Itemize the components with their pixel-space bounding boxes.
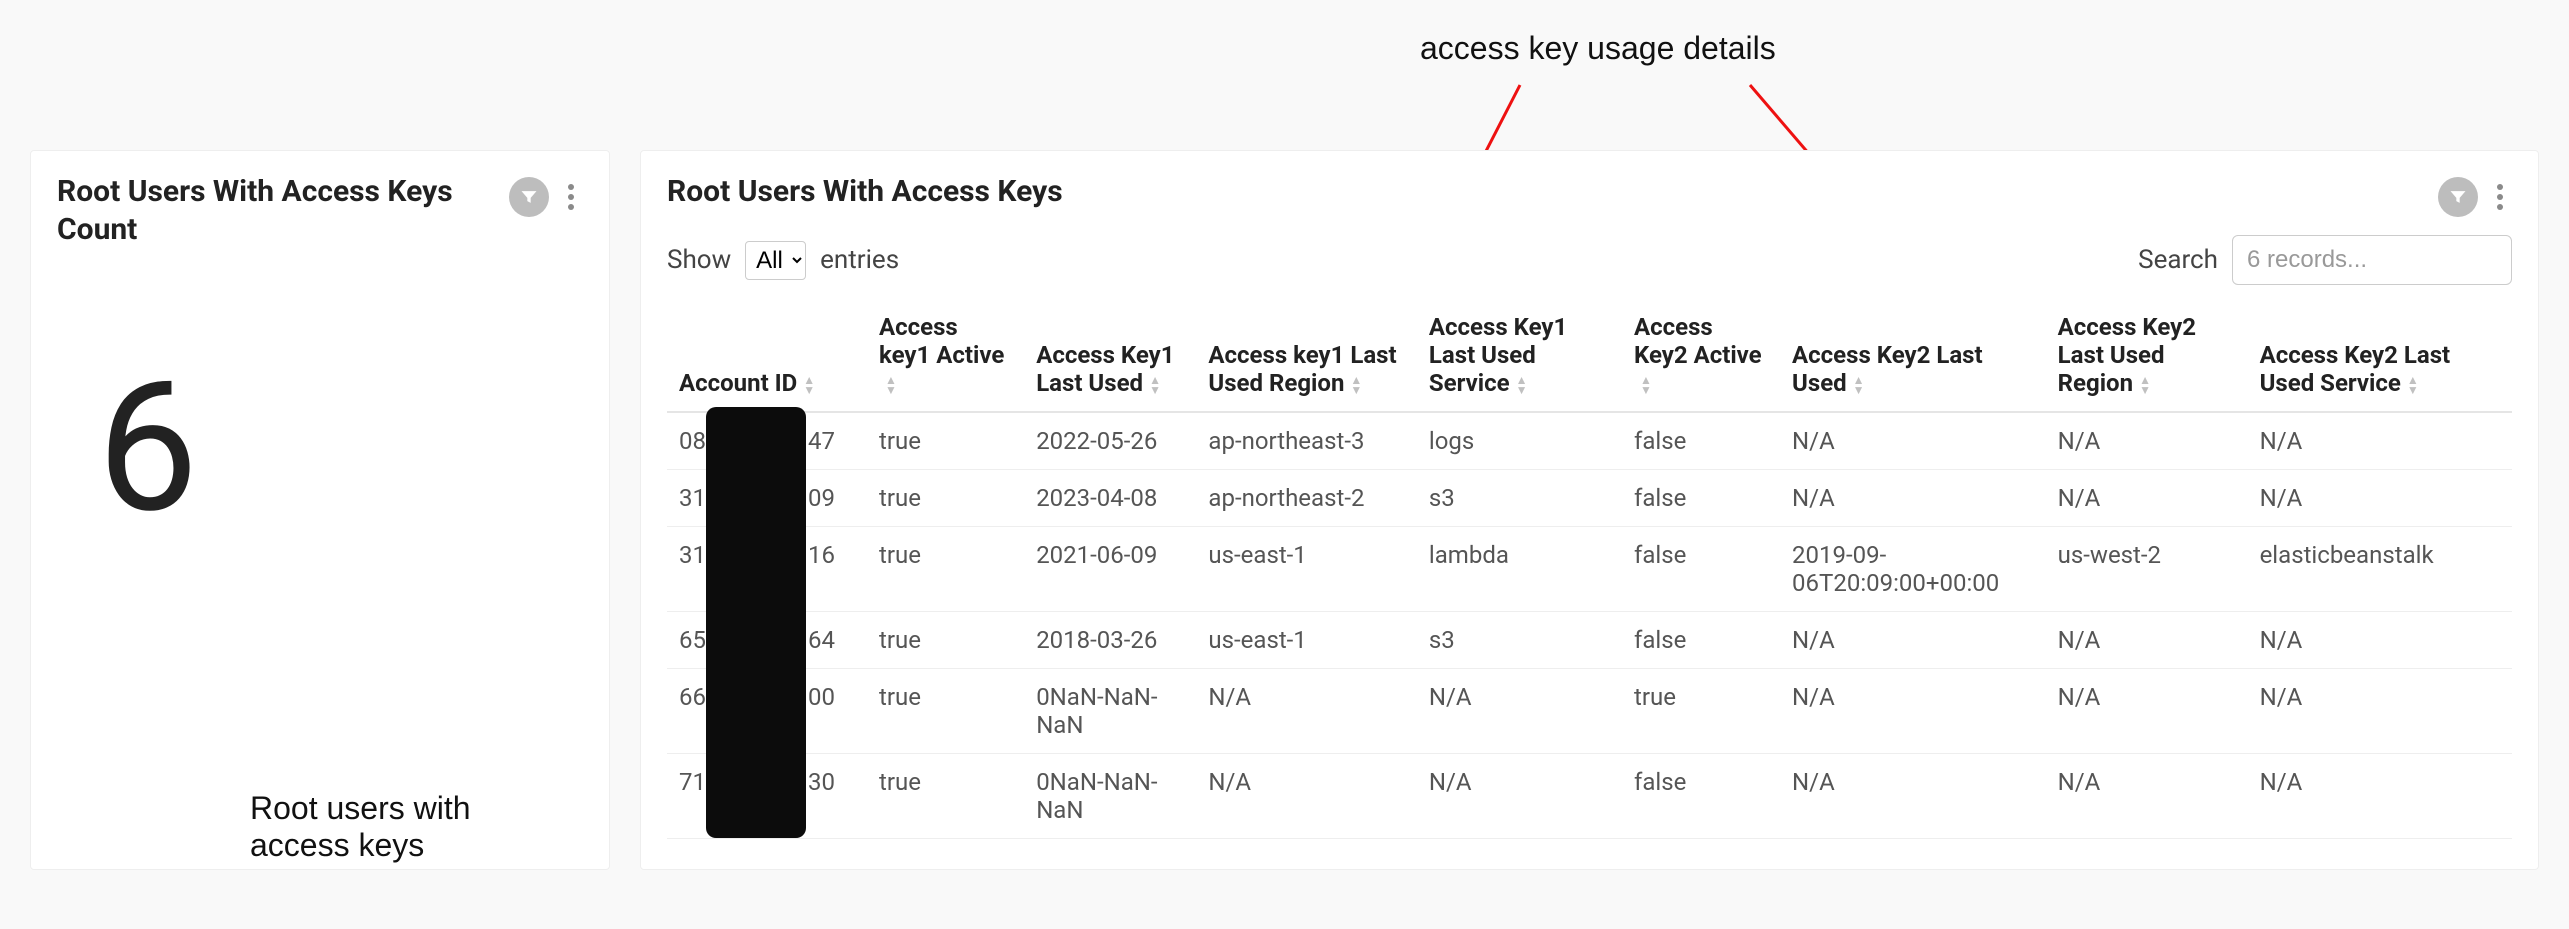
more-icon[interactable]: [2488, 177, 2512, 217]
cell-k2-active: false: [1622, 527, 1780, 612]
cell-k2-active: true: [1622, 669, 1780, 754]
cell-k1-region: ap-northeast-3: [1196, 412, 1417, 470]
cell-k2-service: N/A: [2248, 754, 2512, 839]
cell-k1-last-used: 2021-06-09: [1024, 527, 1196, 612]
search-label: Search: [2138, 245, 2218, 275]
cell-k2-active: false: [1622, 612, 1780, 669]
table-row: 3116true2021-06-09us-east-1lambdafalse20…: [667, 527, 2512, 612]
cell-k1-service: N/A: [1417, 754, 1622, 839]
panel-table: Root Users With Access Keys Show All ent…: [640, 150, 2539, 870]
cell-k1-last-used: 0NaN-NaN-NaN: [1024, 669, 1196, 754]
cell-k1-last-used: 2023-04-08: [1024, 470, 1196, 527]
panel-count: Root Users With Access Keys Count 6: [30, 150, 610, 870]
table-row: 0847true2022-05-26ap-northeast-3logsfals…: [667, 412, 2512, 470]
cell-k2-region: N/A: [2046, 754, 2248, 839]
filter-icon[interactable]: [509, 177, 549, 217]
cell-k1-region: us-east-1: [1196, 612, 1417, 669]
table-row: 3109true2023-04-08ap-northeast-2s3falseN…: [667, 470, 2512, 527]
cell-k1-active: true: [867, 669, 1024, 754]
cell-k2-service: N/A: [2248, 612, 2512, 669]
filter-icon[interactable]: [2438, 177, 2478, 217]
th-k1-active[interactable]: Access key1 Active▲▼: [867, 299, 1024, 412]
cell-k2-last-used: N/A: [1780, 470, 2046, 527]
cell-k2-region: N/A: [2046, 470, 2248, 527]
table-row: 6600true0NaN-NaN-NaNN/AN/AtrueN/AN/AN/A: [667, 669, 2512, 754]
cell-k2-last-used: N/A: [1780, 669, 2046, 754]
count-value: 6: [97, 358, 583, 538]
cell-k2-region: N/A: [2046, 669, 2248, 754]
th-k2-service[interactable]: Access Key2 Last Used Service▲▼: [2248, 299, 2512, 412]
cell-k1-service: logs: [1417, 412, 1622, 470]
cell-k1-service: lambda: [1417, 527, 1622, 612]
more-icon[interactable]: [559, 177, 583, 217]
th-k1-region[interactable]: Access key1 Last Used Region▲▼: [1196, 299, 1417, 412]
cell-k1-last-used: 0NaN-NaN-NaN: [1024, 754, 1196, 839]
cell-k1-service: s3: [1417, 612, 1622, 669]
cell-k2-region: N/A: [2046, 612, 2248, 669]
cell-k2-last-used: N/A: [1780, 412, 2046, 470]
show-label: Show: [667, 245, 731, 275]
cell-k1-active: true: [867, 412, 1024, 470]
cell-k2-service: N/A: [2248, 470, 2512, 527]
entries-label: entries: [820, 245, 899, 275]
th-k2-region[interactable]: Access Key2 Last Used Region▲▼: [2046, 299, 2248, 412]
cell-k2-region: us-west-2: [2046, 527, 2248, 612]
data-table: Account ID▲▼ Access key1 Active▲▼ Access…: [667, 299, 2512, 839]
table-row: 6564true2018-03-26us-east-1s3falseN/AN/A…: [667, 612, 2512, 669]
cell-k2-last-used: N/A: [1780, 612, 2046, 669]
table-row: 7130true0NaN-NaN-NaNN/AN/AfalseN/AN/AN/A: [667, 754, 2512, 839]
th-account-id[interactable]: Account ID▲▼: [667, 299, 867, 412]
cell-k1-last-used: 2022-05-26: [1024, 412, 1196, 470]
cell-k1-service: N/A: [1417, 669, 1622, 754]
cell-k2-last-used: 2019-09-06T20:09:00+00:00: [1780, 527, 2046, 612]
cell-k2-active: false: [1622, 470, 1780, 527]
th-k2-last-used[interactable]: Access Key2 Last Used▲▼: [1780, 299, 2046, 412]
cell-k1-active: true: [867, 612, 1024, 669]
search-input[interactable]: [2232, 235, 2512, 285]
cell-k2-active: false: [1622, 412, 1780, 470]
th-k1-service[interactable]: Access Key1 Last Used Service▲▼: [1417, 299, 1622, 412]
cell-k1-region: N/A: [1196, 754, 1417, 839]
show-select[interactable]: All: [745, 241, 806, 280]
cell-k1-active: true: [867, 527, 1024, 612]
cell-k2-last-used: N/A: [1780, 754, 2046, 839]
cell-k1-region: N/A: [1196, 669, 1417, 754]
th-k1-last-used[interactable]: Access Key1 Last Used▲▼: [1024, 299, 1196, 412]
cell-k1-service: s3: [1417, 470, 1622, 527]
cell-k1-active: true: [867, 470, 1024, 527]
cell-k2-service: N/A: [2248, 412, 2512, 470]
cell-k2-service: N/A: [2248, 669, 2512, 754]
cell-k1-active: true: [867, 754, 1024, 839]
cell-k1-region: us-east-1: [1196, 527, 1417, 612]
cell-k2-service: elasticbeanstalk: [2248, 527, 2512, 612]
cell-k1-region: ap-northeast-2: [1196, 470, 1417, 527]
redaction-block: [706, 407, 806, 838]
cell-k2-active: false: [1622, 754, 1780, 839]
cell-k2-region: N/A: [2046, 412, 2248, 470]
th-k2-active[interactable]: Access Key2 Active▲▼: [1622, 299, 1780, 412]
panel-table-title: Root Users With Access Keys: [667, 173, 1063, 211]
cell-k1-last-used: 2018-03-26: [1024, 612, 1196, 669]
panel-count-title: Root Users With Access Keys Count: [57, 173, 477, 248]
